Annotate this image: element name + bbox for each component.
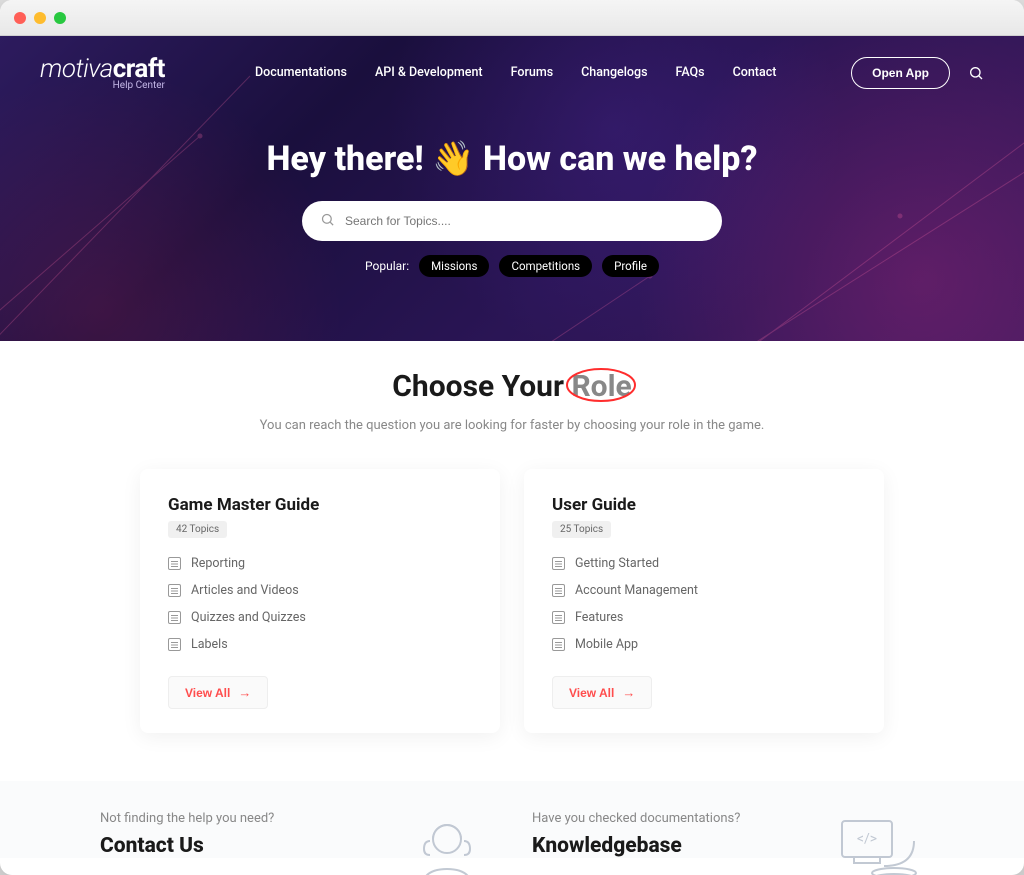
document-icon	[168, 611, 181, 624]
tag-missions[interactable]: Missions	[419, 255, 489, 277]
topics-badge: 42 Topics	[168, 521, 227, 538]
titlebar	[0, 0, 1024, 36]
topic-list: Reporting Articles and Videos Quizzes an…	[168, 556, 472, 652]
support-agent-icon	[402, 811, 492, 875]
list-item[interactable]: Articles and Videos	[168, 583, 472, 598]
search-icon	[320, 212, 335, 231]
nav-api-development[interactable]: API & Development	[375, 65, 483, 80]
topbar-actions: Open App	[851, 57, 984, 89]
view-all-button[interactable]: View All→	[168, 676, 268, 709]
popular-label: Popular:	[365, 259, 409, 273]
card-game-master: Game Master Guide 42 Topics Reporting Ar…	[140, 469, 500, 733]
svg-text:</>: </>	[857, 831, 877, 847]
document-icon	[168, 557, 181, 570]
card-user-guide: User Guide 25 Topics Getting Started Acc…	[524, 469, 884, 733]
nav-faqs[interactable]: FAQs	[676, 65, 705, 80]
page-content: motivacraft Help Center Documentations A…	[0, 36, 1024, 875]
open-app-button[interactable]: Open App	[851, 57, 950, 89]
document-icon	[168, 584, 181, 597]
knowledgebase-block: Have you checked documentations? Knowled…	[532, 811, 924, 858]
list-item[interactable]: Features	[552, 610, 856, 625]
nav-documentations[interactable]: Documentations	[255, 65, 347, 80]
app-window: motivacraft Help Center Documentations A…	[0, 0, 1024, 875]
tag-profile[interactable]: Profile	[602, 255, 659, 277]
topic-list: Getting Started Account Management Featu…	[552, 556, 856, 652]
maximize-window-icon[interactable]	[54, 12, 66, 24]
bottom-section: Not finding the help you need? Contact U…	[0, 781, 1024, 858]
hero-title: Hey there! 👋 How can we help?	[0, 139, 1024, 179]
subtitle: You can reach the question you are looki…	[40, 418, 984, 433]
nav-changelogs[interactable]: Changelogs	[581, 65, 647, 80]
role-word: Role	[571, 369, 631, 404]
computer-books-icon: </>	[834, 811, 924, 875]
choose-role-section: Choose Your Role You can reach the quest…	[0, 341, 1024, 733]
view-all-button[interactable]: View All→	[552, 676, 652, 709]
minimize-window-icon[interactable]	[34, 12, 46, 24]
list-item[interactable]: Getting Started	[552, 556, 856, 571]
close-window-icon[interactable]	[14, 12, 26, 24]
document-icon	[552, 638, 565, 651]
topics-badge: 25 Topics	[552, 521, 611, 538]
list-item[interactable]: Quizzes and Quizzes	[168, 610, 472, 625]
list-item[interactable]: Labels	[168, 637, 472, 652]
list-item[interactable]: Reporting	[168, 556, 472, 571]
list-item[interactable]: Account Management	[552, 583, 856, 598]
arrow-right-icon: →	[622, 685, 635, 700]
nav-contact[interactable]: Contact	[733, 65, 777, 80]
document-icon	[168, 638, 181, 651]
hero-center: Hey there! 👋 How can we help? Popular: M…	[0, 139, 1024, 277]
search-input[interactable]	[345, 214, 704, 228]
search-icon[interactable]	[968, 65, 984, 81]
main-nav: Documentations API & Development Forums …	[255, 65, 776, 80]
page-title: Choose Your Role	[392, 369, 631, 404]
topbar: motivacraft Help Center Documentations A…	[0, 36, 1024, 91]
wave-emoji-icon: 👋	[432, 139, 474, 179]
tag-competitions[interactable]: Competitions	[499, 255, 592, 277]
list-item[interactable]: Mobile App	[552, 637, 856, 652]
arrow-right-icon: →	[238, 685, 251, 700]
search-bar[interactable]	[302, 201, 722, 241]
hero-section: motivacraft Help Center Documentations A…	[0, 36, 1024, 341]
card-title: User Guide	[552, 495, 856, 515]
card-title: Game Master Guide	[168, 495, 472, 515]
document-icon	[552, 557, 565, 570]
nav-forums[interactable]: Forums	[511, 65, 554, 80]
logo[interactable]: motivacraft Help Center	[40, 54, 165, 91]
contact-us-block: Not finding the help you need? Contact U…	[100, 811, 492, 858]
document-icon	[552, 611, 565, 624]
document-icon	[552, 584, 565, 597]
role-cards: Game Master Guide 42 Topics Reporting Ar…	[140, 469, 884, 733]
popular-tags-row: Popular: Missions Competitions Profile	[0, 255, 1024, 277]
logo-subtitle: Help Center	[40, 80, 165, 91]
